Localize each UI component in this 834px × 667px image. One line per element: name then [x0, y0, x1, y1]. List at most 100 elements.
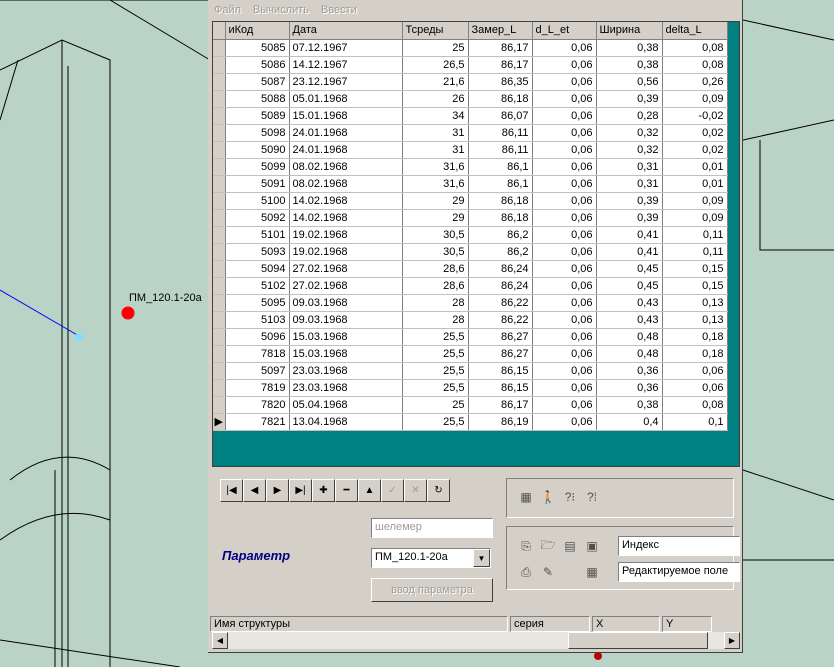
cell-temp[interactable]: 28,6	[402, 277, 469, 295]
cell-dlet[interactable]: 0,06	[532, 158, 597, 176]
cell-id[interactable]: 5085	[225, 39, 290, 57]
cell-width[interactable]: 0,41	[596, 226, 663, 244]
cell-id[interactable]: 5102	[225, 277, 290, 295]
cell-measure[interactable]: 86,17	[468, 56, 533, 74]
cell-width[interactable]: 0,28	[596, 107, 663, 125]
cell-delta[interactable]: 0,13	[662, 311, 728, 329]
cell-delta[interactable]: 0,11	[662, 243, 728, 261]
menu-enter[interactable]: Ввести	[321, 4, 357, 16]
cell-id[interactable]: 5094	[225, 260, 290, 278]
cell-id[interactable]: 5087	[225, 73, 290, 91]
table-row[interactable]: 5100 14.02.1968 29 86,18 0,06 0,39 0,09	[213, 192, 728, 210]
open-folder-icon[interactable]: 🗁	[539, 537, 557, 555]
last-record-button[interactable]: ▶|	[289, 479, 312, 502]
row-indicator[interactable]	[213, 379, 226, 397]
row-indicator[interactable]	[213, 158, 226, 176]
cell-measure[interactable]: 86,24	[468, 260, 533, 278]
calculator-icon[interactable]: ▤	[561, 537, 579, 555]
row-indicator[interactable]	[213, 209, 226, 227]
cell-delta[interactable]: 0,18	[662, 345, 728, 363]
cell-temp[interactable]: 28,6	[402, 260, 469, 278]
cell-temp[interactable]: 30,5	[402, 226, 469, 244]
cell-temp[interactable]: 25	[402, 39, 469, 57]
cell-date[interactable]: 15.01.1968	[289, 107, 403, 125]
cell-dlet[interactable]: 0,06	[532, 90, 597, 108]
cell-id[interactable]: 7820	[225, 396, 290, 414]
cell-width[interactable]: 0,31	[596, 175, 663, 193]
menu-file[interactable]: Файл	[214, 4, 241, 16]
cell-measure[interactable]: 86,27	[468, 328, 533, 346]
cell-width[interactable]: 0,43	[596, 311, 663, 329]
edit-record-button[interactable]: ▲	[358, 479, 381, 502]
table-row[interactable]: ▶ 7821 13.04.1968 25,5 86,19 0,06 0,4 0,1	[213, 413, 728, 431]
cell-dlet[interactable]: 0,06	[532, 396, 597, 414]
cell-temp[interactable]: 31	[402, 124, 469, 142]
table-row[interactable]: 5096 15.03.1968 25,5 86,27 0,06 0,48 0,18	[213, 328, 728, 346]
cell-id[interactable]: 5095	[225, 294, 290, 312]
col-header-delta[interactable]: delta_L	[662, 22, 728, 40]
chevron-down-icon[interactable]: ▼	[473, 549, 490, 567]
table-row[interactable]: 5097 23.03.1968 25,5 86,15 0,06 0,36 0,06	[213, 362, 728, 380]
calendar-icon[interactable]: ▦	[517, 488, 535, 506]
row-indicator[interactable]	[213, 107, 226, 125]
table-row[interactable]: 5091 08.02.1968 31,6 86,1 0,06 0,31 0,01	[213, 175, 728, 193]
cell-temp[interactable]: 28	[402, 294, 469, 312]
cell-width[interactable]: 0,31	[596, 158, 663, 176]
cell-temp[interactable]: 25,5	[402, 413, 469, 431]
cell-dlet[interactable]: 0,06	[532, 328, 597, 346]
cell-width[interactable]: 0,39	[596, 90, 663, 108]
editable-field[interactable]: Редактируемое поле	[618, 562, 740, 582]
cell-dlet[interactable]: 0,06	[532, 277, 597, 295]
cell-width[interactable]: 0,4	[596, 413, 663, 431]
cell-measure[interactable]: 86,17	[468, 39, 533, 57]
table-icon[interactable]: ▦	[583, 563, 601, 581]
copy-icon[interactable]: ⎘	[517, 537, 535, 555]
cell-temp[interactable]: 31,6	[402, 175, 469, 193]
cell-dlet[interactable]: 0,06	[532, 243, 597, 261]
cell-measure[interactable]: 86,1	[468, 158, 533, 176]
cell-delta[interactable]: -0,02	[662, 107, 728, 125]
col-header-date[interactable]: Дата	[289, 22, 403, 40]
cell-id[interactable]: 7819	[225, 379, 290, 397]
row-indicator[interactable]	[213, 345, 226, 363]
cell-width[interactable]: 0,38	[596, 396, 663, 414]
cell-dlet[interactable]: 0,06	[532, 226, 597, 244]
cell-temp[interactable]: 34	[402, 107, 469, 125]
table-row[interactable]: 5103 09.03.1968 28 86,22 0,06 0,43 0,13	[213, 311, 728, 329]
cell-date[interactable]: 14.02.1968	[289, 209, 403, 227]
cell-width[interactable]: 0,48	[596, 328, 663, 346]
cell-id[interactable]: 5090	[225, 141, 290, 159]
cell-id[interactable]: 7818	[225, 345, 290, 363]
cell-measure[interactable]: 86,22	[468, 311, 533, 329]
cell-measure[interactable]: 86,1	[468, 175, 533, 193]
cell-delta[interactable]: 0,15	[662, 277, 728, 295]
cell-measure[interactable]: 86,2	[468, 226, 533, 244]
horizontal-scrollbar[interactable]: ◀ ▶	[212, 632, 740, 649]
cell-dlet[interactable]: 0,06	[532, 141, 597, 159]
table-row[interactable]: 5095 09.03.1968 28 86,22 0,06 0,43 0,13	[213, 294, 728, 312]
data-grid[interactable]: иКод Дата Тсреды Замер_L d_L_et Ширина d…	[212, 21, 740, 467]
param-type-field[interactable]: шелемер	[371, 518, 493, 538]
row-indicator[interactable]	[213, 277, 226, 295]
cell-temp[interactable]: 25,5	[402, 379, 469, 397]
table-row[interactable]: 5085 07.12.1967 25 86,17 0,06 0,38 0,08	[213, 39, 728, 57]
cell-temp[interactable]: 31	[402, 141, 469, 159]
cell-id[interactable]: 5103	[225, 311, 290, 329]
cell-width[interactable]: 0,45	[596, 260, 663, 278]
row-indicator[interactable]: ▶	[213, 413, 226, 431]
table-row[interactable]: 5094 27.02.1968 28,6 86,24 0,06 0,45 0,15	[213, 260, 728, 278]
cell-delta[interactable]: 0,09	[662, 192, 728, 210]
row-indicator[interactable]	[213, 362, 226, 380]
cell-date[interactable]: 15.03.1968	[289, 328, 403, 346]
enter-param-button[interactable]: ввод параметра	[371, 578, 493, 602]
cell-dlet[interactable]: 0,06	[532, 175, 597, 193]
row-indicator[interactable]	[213, 243, 226, 261]
table-row[interactable]: 7818 15.03.1968 25,5 86,27 0,06 0,48 0,18	[213, 345, 728, 363]
cell-date[interactable]: 05.04.1968	[289, 396, 403, 414]
menu-calculate[interactable]: Вычислить	[253, 4, 309, 16]
cell-measure[interactable]: 86,07	[468, 107, 533, 125]
cell-measure[interactable]: 86,11	[468, 141, 533, 159]
cell-date[interactable]: 27.02.1968	[289, 260, 403, 278]
cell-delta[interactable]: 0,09	[662, 90, 728, 108]
cell-measure[interactable]: 86,22	[468, 294, 533, 312]
